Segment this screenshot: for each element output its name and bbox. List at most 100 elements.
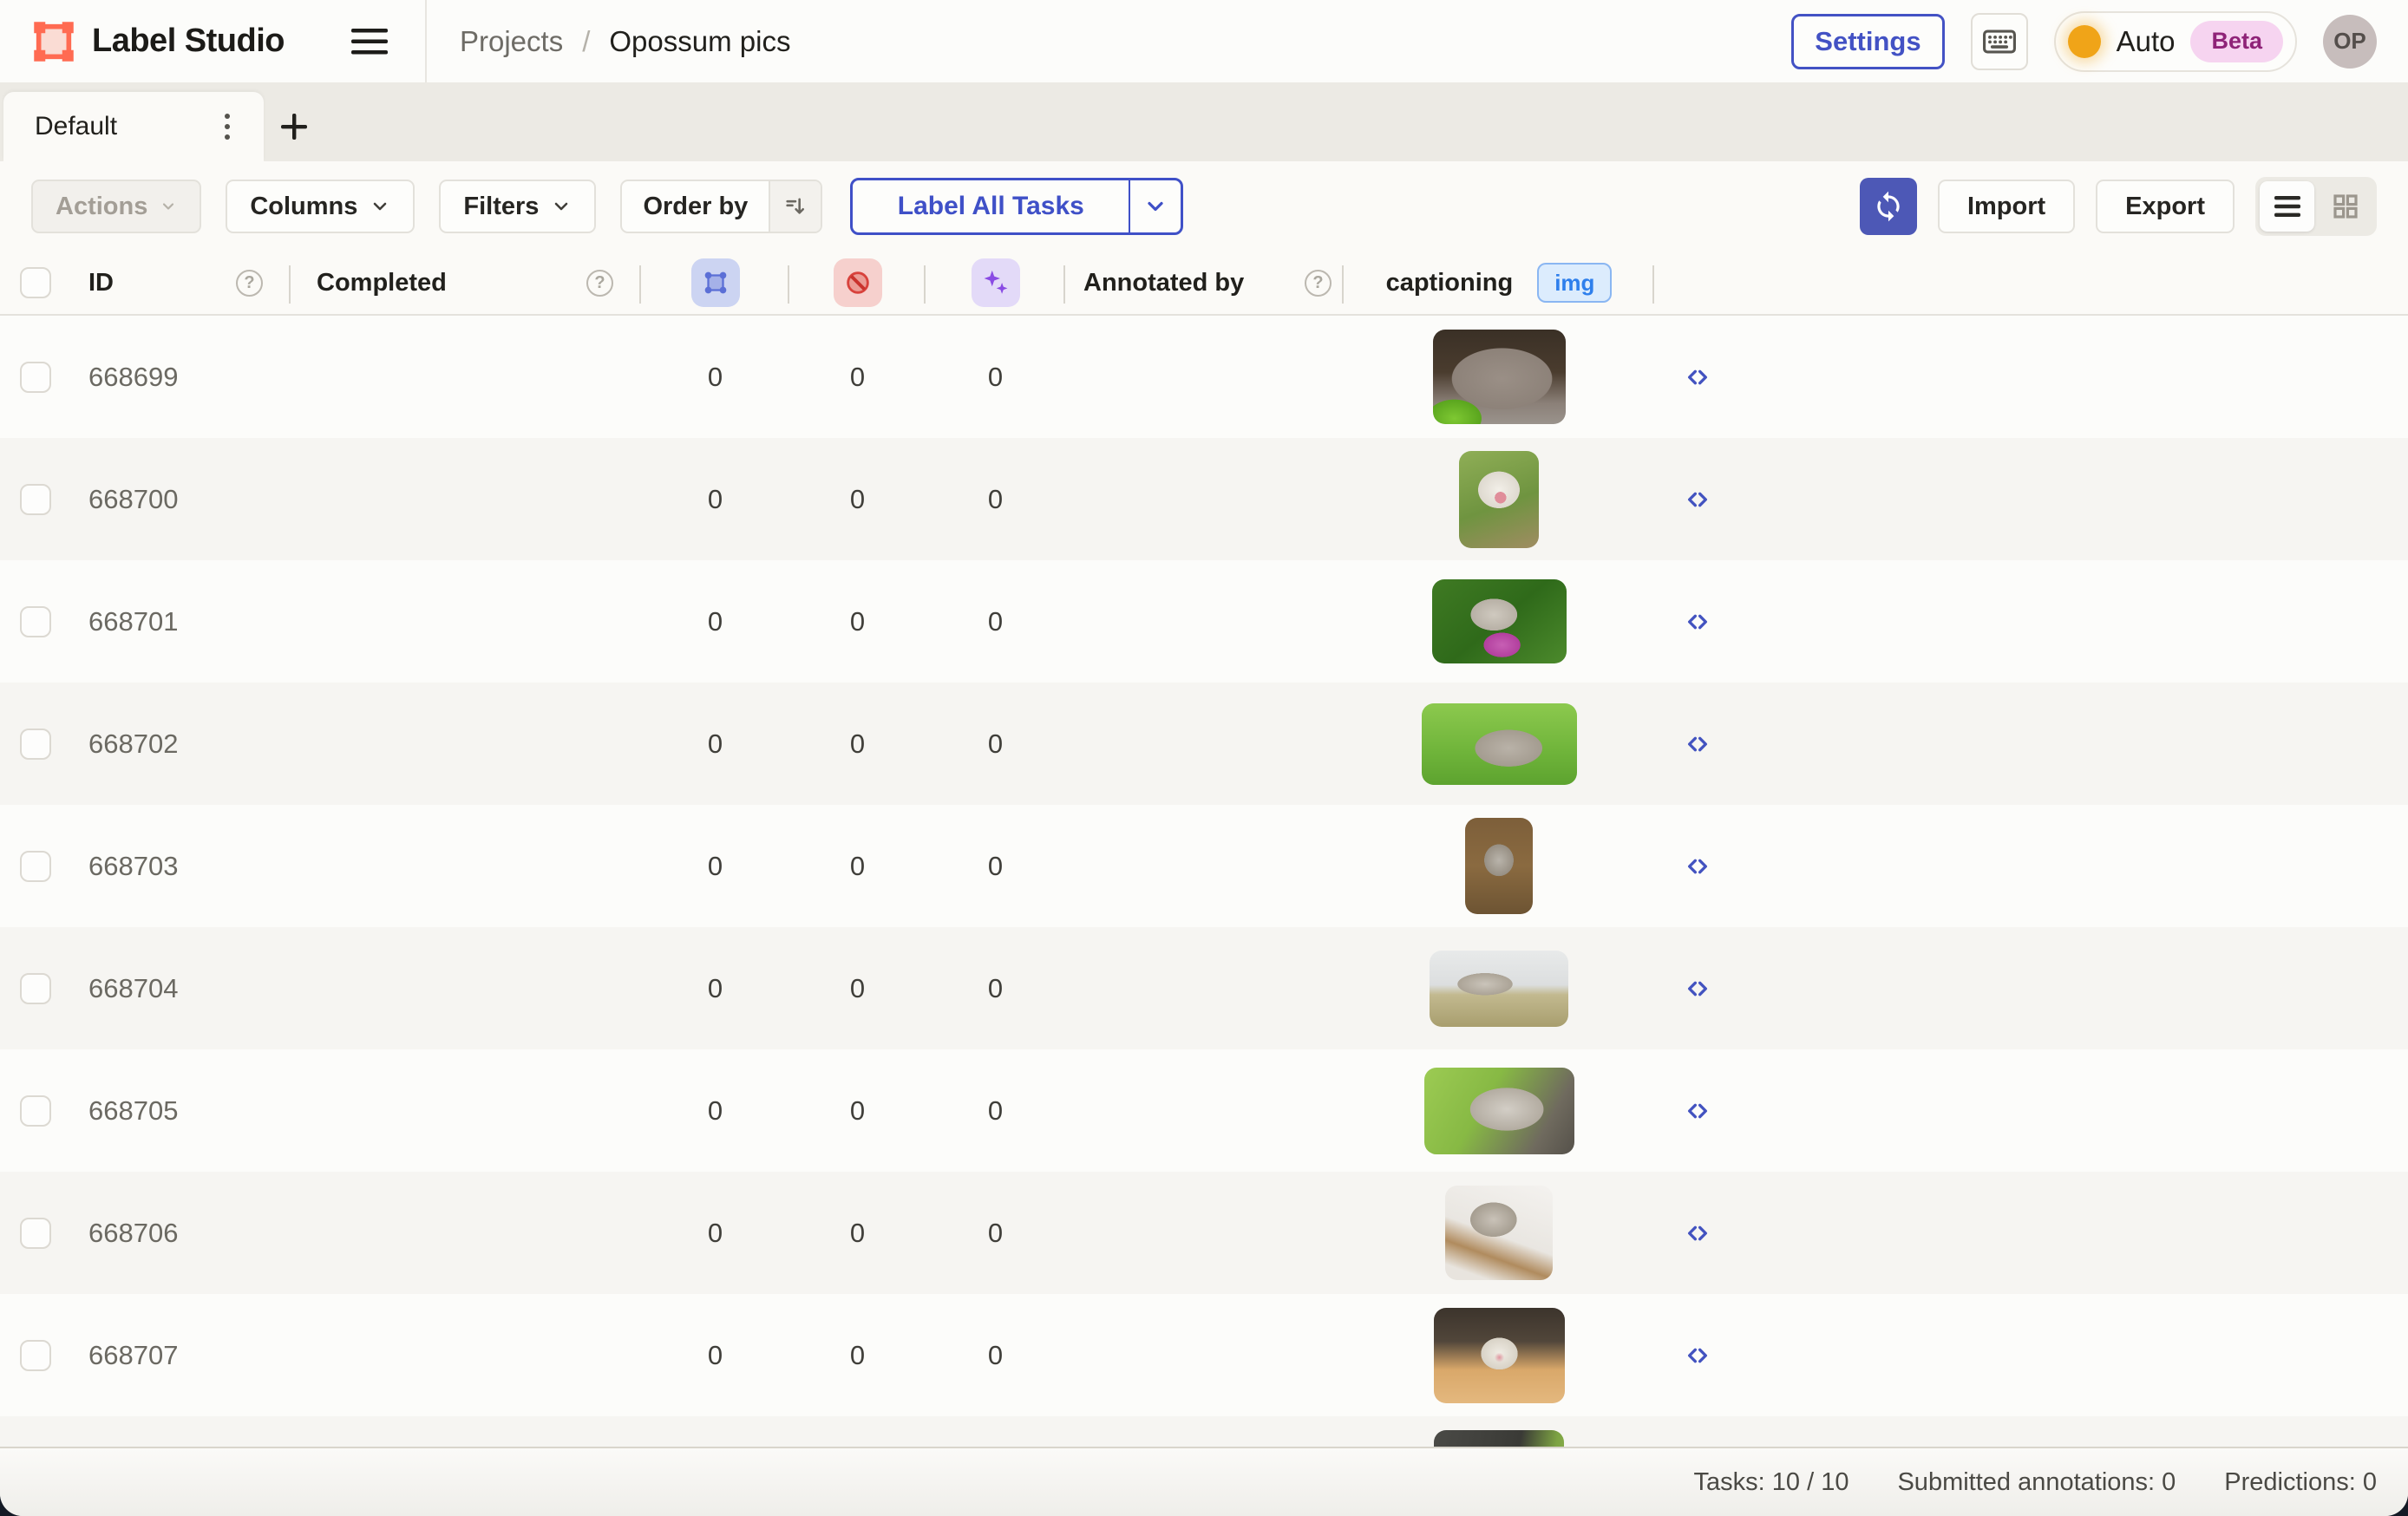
- predictions-count: 0: [988, 606, 1003, 637]
- completed-cell: [291, 805, 641, 927]
- table-row[interactable]: 668699 0 0 0: [0, 316, 2408, 438]
- show-source-button[interactable]: [1654, 805, 1741, 927]
- task-image-thumbnail[interactable]: [1430, 951, 1568, 1027]
- table-row[interactable]: 668705 0 0 0: [0, 1049, 2408, 1172]
- keyboard-icon: [1980, 23, 2019, 61]
- column-header-annotations[interactable]: [641, 252, 789, 314]
- show-source-button[interactable]: [1654, 560, 1741, 683]
- row-checkbox[interactable]: [20, 484, 51, 515]
- refresh-button[interactable]: [1860, 178, 1917, 235]
- tab-default[interactable]: Default: [3, 92, 264, 161]
- column-header-id[interactable]: ID ?: [0, 252, 291, 314]
- column-header-completed[interactable]: Completed ?: [291, 252, 641, 314]
- task-image-thumbnail[interactable]: [1422, 703, 1577, 785]
- code-brackets-icon: [1678, 363, 1717, 391]
- show-source-button[interactable]: [1654, 1172, 1741, 1294]
- breadcrumb: Projects / Opossum pics: [460, 25, 790, 58]
- row-checkbox[interactable]: [20, 1340, 51, 1371]
- task-image-thumbnail[interactable]: [1465, 818, 1533, 914]
- auto-label: Auto: [2117, 25, 2176, 58]
- sort-direction-button[interactable]: [769, 181, 821, 232]
- view-mode-toggle: [2255, 177, 2377, 236]
- keyboard-shortcuts-button[interactable]: [1971, 13, 2028, 70]
- show-source-button[interactable]: [1654, 1416, 1741, 1447]
- annotated-by-cell: [1065, 1416, 1344, 1447]
- show-source-button[interactable]: [1654, 438, 1741, 560]
- annotations-count: 0: [708, 1218, 723, 1249]
- row-checkbox[interactable]: [20, 1218, 51, 1249]
- label-all-tasks-button[interactable]: Label All Tasks: [850, 178, 1183, 235]
- task-id: 668699: [88, 362, 178, 393]
- list-view-button[interactable]: [2260, 181, 2314, 232]
- task-image-thumbnail[interactable]: [1432, 579, 1567, 663]
- show-source-button[interactable]: [1654, 683, 1741, 805]
- table-row[interactable]: 668704 0 0 0: [0, 927, 2408, 1049]
- task-image-thumbnail[interactable]: [1434, 1308, 1565, 1403]
- import-button[interactable]: Import: [1938, 180, 2075, 233]
- table-row[interactable]: 668703 0 0 0: [0, 805, 2408, 927]
- task-image-thumbnail[interactable]: [1434, 1430, 1564, 1447]
- breadcrumb-projects-link[interactable]: Projects: [460, 25, 563, 58]
- show-source-button[interactable]: [1654, 1049, 1741, 1172]
- help-icon[interactable]: ?: [236, 270, 263, 297]
- table-row[interactable]: 668707 0 0 0: [0, 1294, 2408, 1416]
- order-by-button[interactable]: Order by: [620, 180, 822, 233]
- actions-dropdown[interactable]: Actions: [31, 180, 201, 233]
- settings-button[interactable]: Settings: [1791, 14, 1944, 69]
- app-logo[interactable]: Label Studio: [31, 19, 285, 64]
- row-checkbox[interactable]: [20, 606, 51, 637]
- annotated-by-column-label: Annotated by: [1083, 269, 1244, 297]
- table-row[interactable]: 668700 0 0 0: [0, 438, 2408, 560]
- grid-view-button[interactable]: [2318, 181, 2372, 232]
- main-menu-button[interactable]: [347, 19, 392, 64]
- row-checkbox[interactable]: [20, 362, 51, 393]
- task-image-thumbnail[interactable]: [1445, 1186, 1553, 1280]
- row-checkbox[interactable]: [20, 973, 51, 1004]
- column-header-captioning[interactable]: captioning img: [1344, 252, 1654, 314]
- table-row[interactable]: 668702 0 0 0: [0, 683, 2408, 805]
- cancelled-count: 0: [850, 606, 865, 637]
- annotations-count: 0: [708, 973, 723, 1004]
- list-view-icon: [2274, 195, 2300, 218]
- columns-dropdown[interactable]: Columns: [226, 180, 415, 233]
- task-image-thumbnail[interactable]: [1424, 1068, 1574, 1154]
- annotated-by-cell: [1065, 1049, 1344, 1172]
- label-all-tasks-caret[interactable]: [1129, 180, 1181, 232]
- filters-dropdown[interactable]: Filters: [439, 180, 596, 233]
- show-source-button[interactable]: [1654, 927, 1741, 1049]
- help-icon[interactable]: ?: [586, 270, 613, 297]
- task-id: 668705: [88, 1095, 178, 1127]
- plus-icon: [279, 112, 309, 141]
- column-header-annotated-by[interactable]: Annotated by ?: [1065, 252, 1344, 314]
- annotations-count: 0: [708, 484, 723, 515]
- task-id: 668706: [88, 1218, 178, 1249]
- table-header-row: ID ? Completed ?: [0, 252, 2408, 316]
- code-brackets-icon: [1678, 608, 1717, 636]
- tab-options-button[interactable]: [208, 105, 246, 148]
- row-checkbox[interactable]: [20, 851, 51, 882]
- breadcrumb-separator: /: [582, 25, 590, 58]
- auto-mode-toggle[interactable]: Auto Beta: [2054, 11, 2297, 72]
- user-avatar[interactable]: OP: [2323, 15, 2377, 69]
- select-all-checkbox[interactable]: [20, 267, 51, 298]
- table-row[interactable]: [0, 1416, 2408, 1447]
- chevron-down-icon: [370, 196, 390, 217]
- completed-cell: [291, 1172, 641, 1294]
- table-row[interactable]: 668701 0 0 0: [0, 560, 2408, 683]
- show-source-button[interactable]: [1654, 1294, 1741, 1416]
- column-header-predictions[interactable]: [926, 252, 1065, 314]
- task-image-thumbnail[interactable]: [1433, 330, 1566, 424]
- help-icon[interactable]: ?: [1305, 270, 1332, 297]
- add-tab-button[interactable]: [264, 92, 324, 161]
- task-id: 668700: [88, 484, 178, 515]
- annotated-by-cell: [1065, 683, 1344, 805]
- row-checkbox[interactable]: [20, 729, 51, 760]
- export-button[interactable]: Export: [2096, 180, 2235, 233]
- row-checkbox[interactable]: [20, 1095, 51, 1127]
- column-header-cancelled[interactable]: [789, 252, 926, 314]
- topbar-divider: [425, 0, 427, 82]
- show-source-button[interactable]: [1654, 316, 1741, 438]
- task-image-thumbnail[interactable]: [1459, 451, 1539, 548]
- table-row[interactable]: 668706 0 0 0: [0, 1172, 2408, 1294]
- toolbar-right-group: Import Export: [1860, 177, 2377, 236]
